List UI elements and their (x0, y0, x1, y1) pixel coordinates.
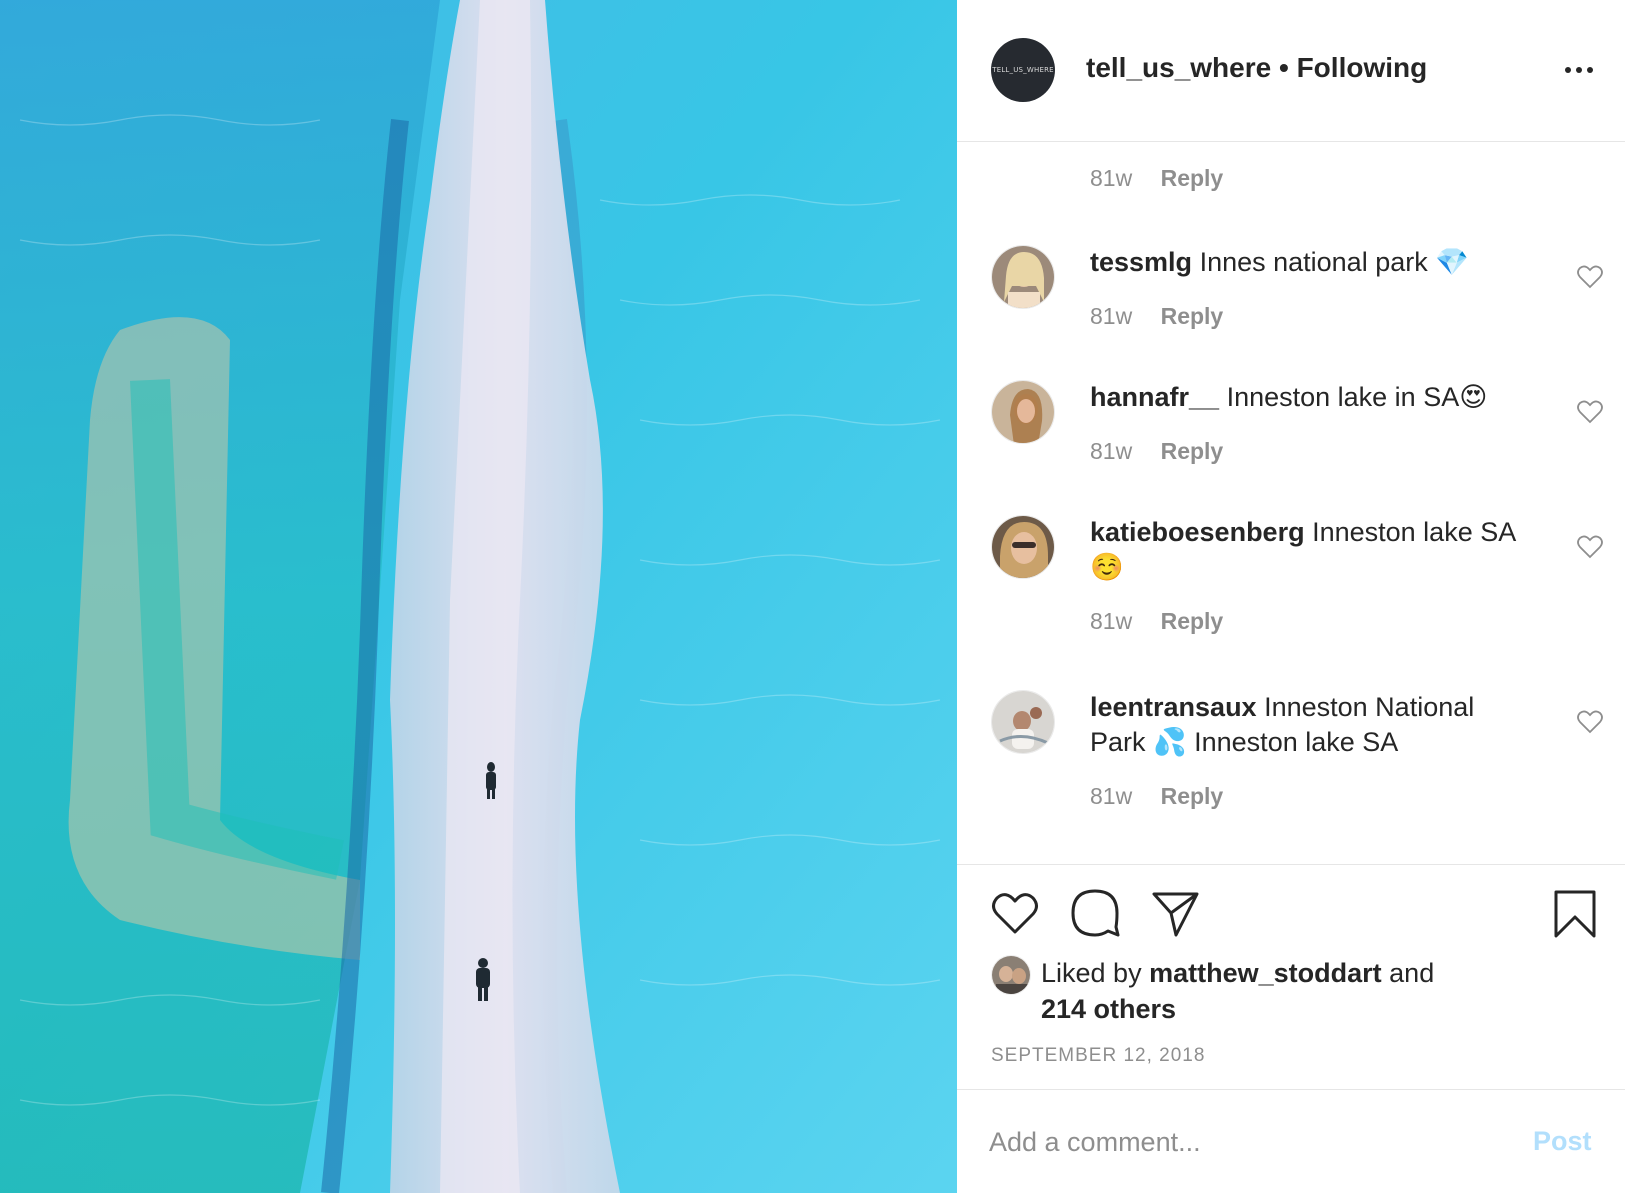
post-date[interactable]: SEPTEMBER 12, 2018 (991, 1045, 1205, 1067)
reply-button[interactable]: Reply (1161, 165, 1224, 191)
avatar-image (992, 516, 1054, 578)
avatar-image (992, 691, 1054, 753)
commenter-avatar[interactable] (991, 245, 1055, 309)
avatar-image (992, 246, 1054, 308)
commenter-avatar[interactable] (991, 515, 1055, 579)
add-comment-bar: Post (957, 1089, 1625, 1193)
more-horizontal-icon (1565, 67, 1571, 73)
heart-icon[interactable] (991, 891, 1039, 935)
comment-text: hannafr__ Inneston lake in SA😍 (1090, 380, 1520, 415)
more-options-button[interactable] (1561, 52, 1597, 88)
comment-username[interactable]: katieboesenberg (1090, 517, 1305, 547)
liker-avatar[interactable] (991, 955, 1031, 995)
commenter-avatar[interactable] (991, 690, 1055, 754)
separator-dot: • (1278, 52, 1289, 83)
send-icon[interactable] (1151, 891, 1199, 937)
comment-text: leentransaux Inneston National Park 💦 In… (1090, 690, 1520, 760)
liked-by-conjunction: and (1389, 958, 1435, 988)
post-comment-button[interactable]: Post (1533, 1126, 1592, 1157)
comment-time: 81w (1090, 303, 1133, 329)
heart-icon[interactable] (1577, 535, 1603, 559)
post-header: TELL_US_WHERE tell_us_where • Following (957, 0, 1625, 142)
heart-icon[interactable] (1577, 265, 1603, 289)
comment-time: 81w (1090, 165, 1133, 191)
comment-time: 81w (1090, 783, 1133, 809)
post-sidebar: TELL_US_WHERE tell_us_where • Following … (957, 0, 1625, 1193)
bookmark-icon[interactable] (1553, 889, 1597, 939)
comment-body: Inneston lake in SA😍 (1226, 382, 1488, 412)
comment-body: Innes national park 💎 (1199, 247, 1469, 277)
comment-username[interactable]: leentransaux (1090, 692, 1257, 722)
liker-username[interactable]: matthew_stoddart (1149, 958, 1382, 988)
more-dot (1587, 67, 1593, 73)
follow-status-button[interactable]: Following (1297, 52, 1428, 83)
likes-others-button[interactable]: 214 others (1041, 991, 1176, 1027)
avatar-image (992, 956, 1030, 994)
comment-input[interactable] (989, 1118, 1469, 1166)
comment-text: tessmlg Innes national park 💎 (1090, 245, 1520, 280)
author-avatar-text: TELL_US_WHERE (992, 66, 1054, 74)
comment-username[interactable]: tessmlg (1090, 247, 1192, 277)
reply-button[interactable]: Reply (1161, 783, 1224, 809)
avatar-image (992, 381, 1054, 443)
heart-icon[interactable] (1577, 710, 1603, 734)
instagram-post: TELL_US_WHERE tell_us_where • Following … (0, 0, 1625, 1193)
comment-meta: 81w Reply (1090, 783, 1223, 810)
aerial-sandbar-photo (0, 0, 957, 1193)
more-dot (1576, 67, 1582, 73)
comment-time: 81w (1090, 438, 1133, 464)
reply-button[interactable]: Reply (1161, 608, 1224, 634)
post-photo[interactable] (0, 0, 957, 1193)
reply-button[interactable]: Reply (1161, 303, 1224, 329)
comments-list[interactable]: 81w Reply tessmlg Innes national park 💎 (957, 143, 1625, 863)
comment-meta: 81w Reply (1090, 303, 1223, 330)
liked-by-prefix: Liked by (1041, 958, 1142, 988)
author-avatar[interactable]: TELL_US_WHERE (991, 38, 1055, 102)
heart-icon[interactable] (1577, 400, 1603, 424)
commenter-avatar[interactable] (991, 380, 1055, 444)
post-actions: Liked by matthew_stoddart and 214 others… (957, 864, 1625, 1089)
liked-by-line: Liked by matthew_stoddart and (1041, 955, 1434, 991)
author-username[interactable]: tell_us_where (1086, 52, 1271, 83)
comment-meta: 81w Reply (1090, 608, 1223, 635)
comment-meta: 81w Reply (1090, 165, 1223, 192)
comment-username[interactable]: hannafr__ (1090, 382, 1219, 412)
author-line: tell_us_where • Following (1086, 52, 1427, 84)
comment-time: 81w (1090, 608, 1133, 634)
reply-button[interactable]: Reply (1161, 438, 1224, 464)
comment-text: katieboesenberg Inneston lake SA ☺️ (1090, 515, 1520, 585)
comment-icon[interactable] (1070, 889, 1120, 937)
comment-meta: 81w Reply (1090, 438, 1223, 465)
